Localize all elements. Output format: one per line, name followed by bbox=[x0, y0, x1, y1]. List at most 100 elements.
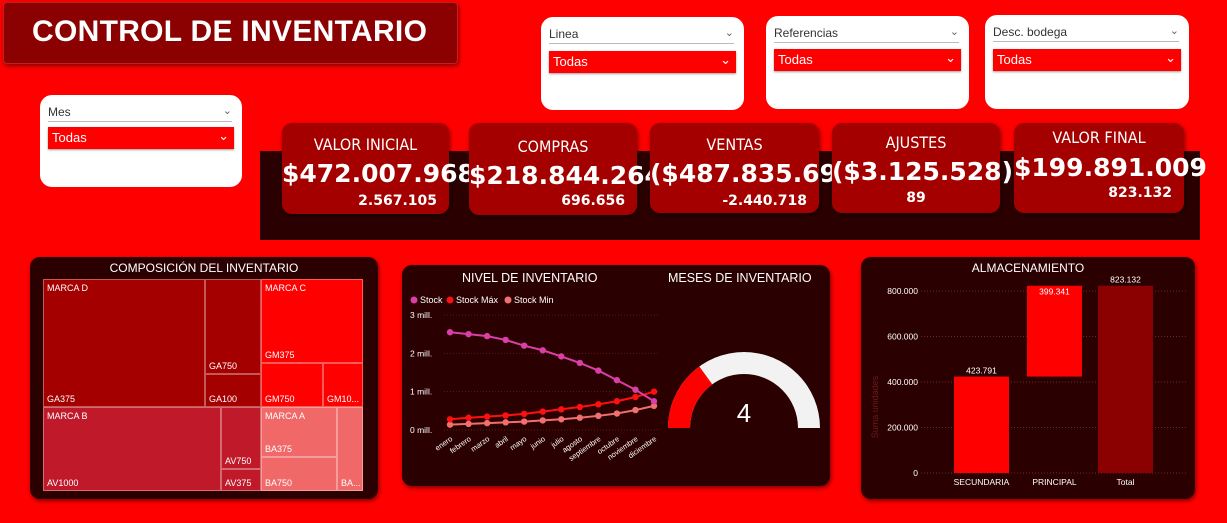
stock-point[interactable] bbox=[465, 330, 472, 338]
kpi-label: VALOR INICIAL bbox=[313, 135, 418, 154]
treemap-label: BA750 bbox=[265, 478, 293, 488]
kpi-valor-inicial: VALOR INICIAL $472.007.968 2.567.105 bbox=[282, 123, 475, 214]
stock-min-point[interactable] bbox=[595, 412, 602, 420]
y-tick-label: 200.000 bbox=[887, 423, 918, 433]
stock-max-point[interactable] bbox=[465, 414, 472, 421]
linea-slicer[interactable]: Linea ⌄ Todas ⌄ bbox=[541, 17, 744, 110]
stock-point[interactable] bbox=[595, 367, 602, 374]
title-banner: CONTROL DE INVENTARIO bbox=[3, 2, 458, 64]
x-tick-label: mayo bbox=[508, 434, 528, 452]
mes-dropdown[interactable]: Todas ⌄ bbox=[48, 127, 234, 149]
stock-point[interactable] bbox=[558, 353, 565, 360]
chevron-down-icon[interactable]: ⌄ bbox=[950, 25, 959, 38]
stock-point[interactable] bbox=[483, 332, 491, 340]
bar[interactable] bbox=[1098, 285, 1153, 473]
stock-max-point[interactable] bbox=[595, 401, 602, 408]
stock-min-point[interactable] bbox=[558, 416, 565, 423]
linea-slicer-header[interactable]: Linea ⌄ bbox=[549, 27, 734, 44]
stock-point[interactable] bbox=[632, 386, 639, 393]
x-tick-label: junio bbox=[528, 434, 547, 451]
bodega-value: Todas bbox=[997, 52, 1032, 67]
stock-min-point[interactable] bbox=[539, 417, 546, 424]
legend-min-marker bbox=[504, 296, 512, 304]
stock-min-point[interactable] bbox=[465, 420, 472, 428]
composicion-title: COMPOSICIÓN DEL INVENTARIO bbox=[109, 261, 299, 275]
stock-max-point[interactable] bbox=[613, 398, 621, 405]
treemap-ga750[interactable]: GA750 bbox=[205, 279, 261, 374]
nivel-panel: NIVEL DE INVENTARIO MESES DE INVENTARIO … bbox=[402, 265, 830, 486]
stock-max-point[interactable] bbox=[539, 408, 546, 415]
referencias-dropdown[interactable]: Todas ⌄ bbox=[774, 49, 961, 71]
stock-max-point[interactable] bbox=[558, 406, 565, 413]
kpi-label: VALOR FINAL bbox=[1052, 128, 1146, 147]
treemap-gm10[interactable]: GM10... bbox=[323, 363, 363, 407]
stock-min-point[interactable] bbox=[632, 406, 639, 414]
stock-point[interactable] bbox=[539, 347, 546, 354]
stock-point[interactable] bbox=[446, 329, 454, 336]
almacenamiento-panel: ALMACENAMIENTO Suma unidades 800.000 600.… bbox=[861, 257, 1195, 499]
stock-min-point[interactable] bbox=[576, 414, 584, 421]
bar[interactable] bbox=[954, 376, 1009, 473]
bodega-slicer[interactable]: Desc. bodega ⌄ Todas ⌄ bbox=[985, 15, 1189, 109]
stock-max-point[interactable] bbox=[446, 416, 454, 423]
bar[interactable] bbox=[1027, 285, 1082, 377]
meses-gauge: 4 bbox=[668, 352, 820, 428]
treemap-marca-a[interactable]: MARCA A BA375 bbox=[261, 407, 337, 457]
referencias-slicer[interactable]: Referencias ⌄ Todas ⌄ bbox=[766, 16, 969, 109]
treemap-av375[interactable]: AV375 bbox=[221, 469, 261, 491]
stock-point[interactable] bbox=[650, 398, 658, 405]
bar-value-label: 423.791 bbox=[966, 366, 997, 376]
treemap-label: AV375 bbox=[225, 478, 252, 488]
y-tick-label: 0 mill. bbox=[410, 425, 432, 435]
stock-point[interactable] bbox=[576, 359, 584, 367]
referencias-value: Todas bbox=[778, 52, 813, 67]
stock-min-point[interactable] bbox=[502, 419, 509, 426]
treemap-ga100[interactable]: GA100 bbox=[205, 374, 261, 407]
kpi-value: $199.891.009 bbox=[1014, 153, 1207, 182]
stock-line bbox=[449, 331, 655, 403]
legend-max-marker bbox=[446, 296, 454, 304]
chevron-down-icon[interactable]: ⌄ bbox=[1170, 24, 1179, 37]
mes-label: Mes bbox=[48, 105, 71, 119]
chevron-down-icon[interactable]: ⌄ bbox=[725, 26, 734, 39]
stock-point[interactable] bbox=[613, 376, 621, 384]
treemap-label: MARCA D bbox=[47, 283, 89, 293]
stock-max-point[interactable] bbox=[483, 413, 491, 420]
stock-point[interactable] bbox=[520, 342, 528, 349]
treemap-marca-d[interactable]: MARCA D GA375 bbox=[43, 279, 205, 407]
kpi-sub-value: 2.567.105 bbox=[358, 193, 437, 209]
linea-value: Todas bbox=[553, 54, 588, 69]
nivel-series bbox=[446, 329, 658, 428]
bodega-slicer-header[interactable]: Desc. bodega ⌄ bbox=[993, 25, 1179, 42]
stock-max-point[interactable] bbox=[576, 403, 584, 411]
mes-slicer-header[interactable]: Mes ⌄ bbox=[48, 105, 232, 122]
treemap-ba-other[interactable]: BA... bbox=[337, 407, 363, 491]
treemap-av750[interactable]: AV750 bbox=[221, 407, 261, 469]
stock-max-point[interactable] bbox=[520, 410, 528, 418]
stock-min-point[interactable] bbox=[613, 410, 621, 417]
stock-min-point[interactable] bbox=[483, 419, 491, 427]
chevron-down-icon[interactable]: ⌄ bbox=[223, 104, 232, 117]
y-tick-label: 1 mill. bbox=[410, 387, 432, 397]
linea-dropdown[interactable]: Todas ⌄ bbox=[549, 51, 736, 73]
stock-point[interactable] bbox=[502, 336, 509, 344]
x-tick-label: SECUNDARIA bbox=[954, 477, 1010, 487]
treemap-marca-c[interactable]: MARCA C GM375 bbox=[261, 279, 363, 363]
treemap-gm750[interactable]: GM750 bbox=[261, 363, 323, 407]
kpi-label: COMPRAS bbox=[517, 137, 589, 156]
treemap-label: GA375 bbox=[47, 394, 76, 404]
mes-value: Todas bbox=[52, 130, 87, 145]
stock-min-point[interactable] bbox=[520, 418, 528, 425]
mes-slicer[interactable]: Mes ⌄ Todas ⌄ bbox=[40, 95, 242, 187]
stock-max-point[interactable] bbox=[650, 388, 658, 395]
referencias-slicer-header[interactable]: Referencias ⌄ bbox=[774, 26, 959, 43]
x-tick-label: abril bbox=[493, 434, 510, 450]
stock-max-point[interactable] bbox=[502, 412, 509, 419]
x-tick-label: Total bbox=[1117, 477, 1135, 487]
stock-max-point[interactable] bbox=[632, 393, 639, 401]
treemap-marca-b[interactable]: MARCA B AV1000 bbox=[43, 407, 221, 491]
x-tick-label: marzo bbox=[469, 434, 491, 453]
treemap-ba750[interactable]: BA750 bbox=[261, 457, 337, 491]
kpi-value: ($487.835.694) bbox=[650, 159, 866, 188]
bodega-dropdown[interactable]: Todas ⌄ bbox=[993, 49, 1181, 71]
